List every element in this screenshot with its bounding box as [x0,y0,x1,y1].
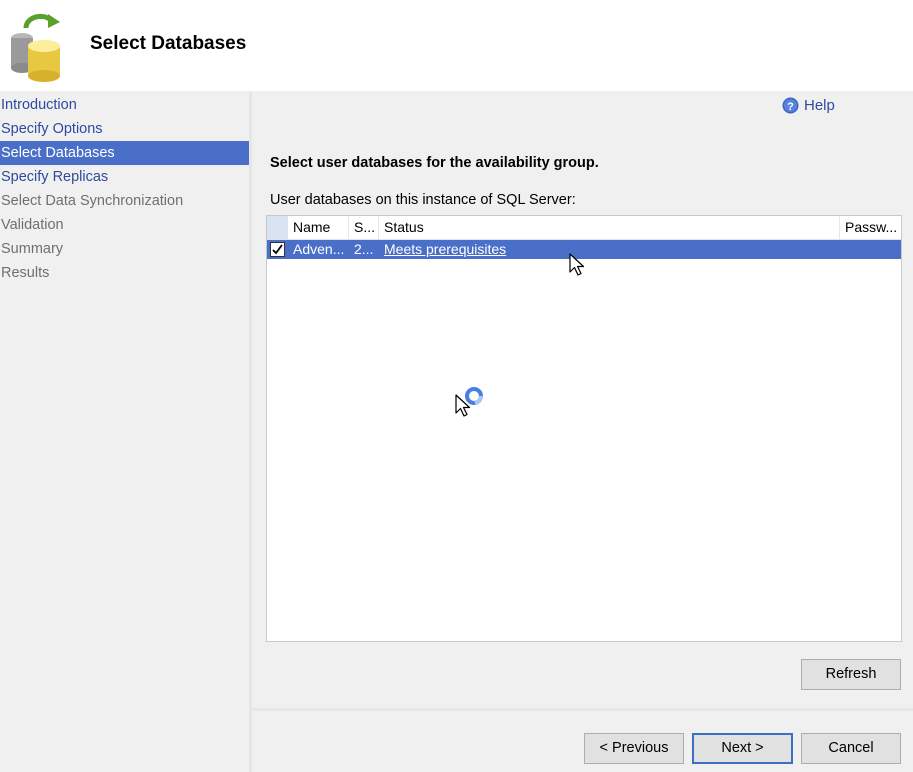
help-link[interactable]: ? Help [782,97,835,114]
arrow-cursor-icon [569,253,585,276]
databases-grid[interactable]: Name S... Status Passw... Adven... 2... … [266,215,902,642]
grid-header: Name S... Status Passw... [267,216,901,240]
column-header-status[interactable]: Status [379,216,840,239]
database-password[interactable] [840,240,901,259]
grid-corner-cell [267,216,288,239]
wizard-sidebar: Introduction Specify Options Select Data… [0,91,249,772]
help-label: Help [804,97,835,114]
column-header-name[interactable]: Name [288,216,349,239]
database-size: 2... [354,241,374,257]
busy-cursor-icon [455,387,483,417]
database-sync-icon [11,13,60,82]
checkmark-icon [272,244,283,255]
sidebar-item-summary: Summary [1,241,64,257]
database-status-link[interactable]: Meets prerequisites [379,240,840,259]
help-icon: ? [782,97,799,114]
sidebar-item-specify-replicas[interactable]: Specify Replicas [0,165,249,189]
wizard-header: Select Databases [0,0,913,91]
previous-button[interactable]: < Previous [584,733,684,764]
sidebar-item-introduction[interactable]: Introduction [0,93,249,117]
database-name: Adven... [293,241,345,257]
grid-caption: User databases on this instance of SQL S… [270,192,576,208]
next-button[interactable]: Next > [692,733,793,764]
column-header-size[interactable]: S... [349,216,379,239]
cancel-button[interactable]: Cancel [801,733,901,764]
sidebar-item-validation: Validation [1,217,64,233]
database-checkbox[interactable] [270,242,285,257]
svg-text:?: ? [787,101,794,113]
refresh-button[interactable]: Refresh [801,659,901,690]
sidebar-item-select-databases[interactable]: Select Databases [0,141,249,165]
main-panel: ? Help Select user databases for the ava… [252,91,913,708]
sidebar-item-select-data-synchronization: Select Data Synchronization [1,193,184,209]
instruction-heading: Select user databases for the availabili… [270,155,599,171]
sidebar-item-results: Results [1,265,50,281]
sidebar-item-specify-options[interactable]: Specify Options [0,117,249,141]
wizard-footer: < Previous Next > Cancel [252,711,913,772]
page-title: Select Databases [90,33,247,54]
column-header-password[interactable]: Passw... [840,216,901,239]
